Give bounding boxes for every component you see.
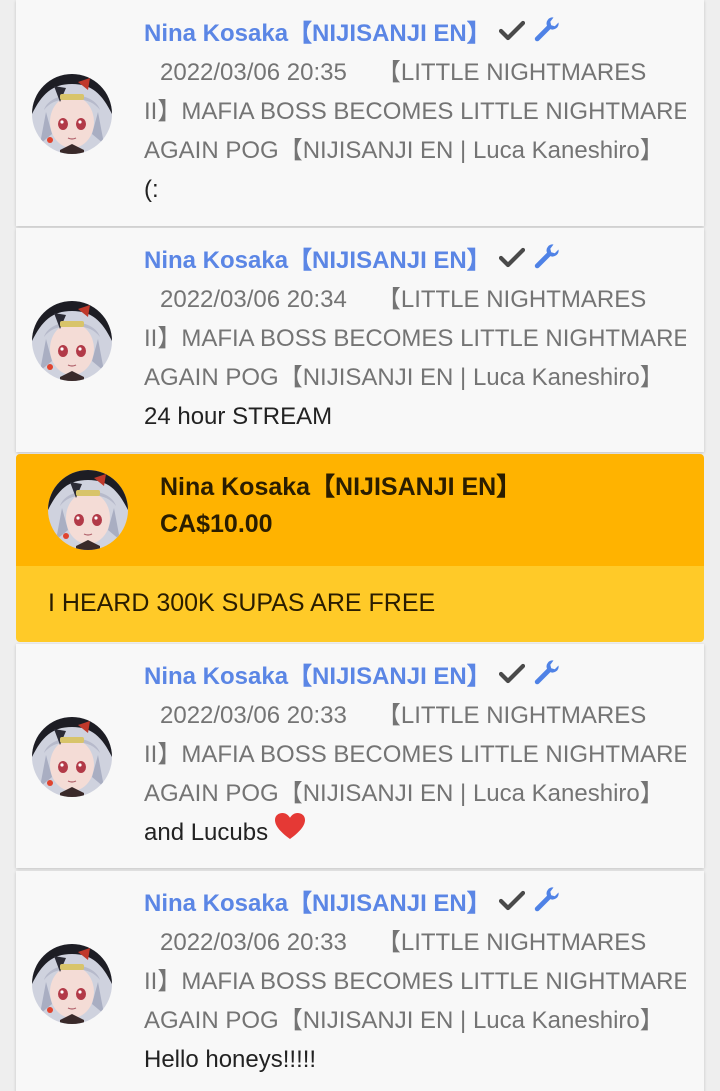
timestamp: 2022/03/06 20:35 [160,59,347,86]
author-name[interactable]: Nina Kosaka【NIJISANJI EN】 [144,663,491,690]
timestamp: 2022/03/06 20:34 [160,286,347,313]
avatar[interactable] [32,717,112,797]
message-text: 24 hour STREAM [144,403,333,430]
chat-feed[interactable]: Nina Kosaka【NIJISANJI EN】 2022/03/06 20:… [0,0,720,1091]
chat-message: Nina Kosaka【NIJISANJI EN】 2022/03/06 20:… [16,0,704,226]
wrench-icon [533,15,559,53]
video-title-line: 【LITTLE NIGHTMARES [376,286,647,313]
chat-message: Nina Kosaka【NIJISANJI EN】 2022/03/06 20:… [16,871,704,1091]
video-title-line: AGAIN POG【NIJISANJI EN | Luca Kaneshiro】 [144,137,664,164]
video-title-line: 【LITTLE NIGHTMARES [376,702,647,729]
timestamp: 2022/03/06 20:33 [160,702,347,729]
message-text: Hello honeys!!!!! [144,1046,317,1073]
message-body: Nina Kosaka【NIJISANJI EN】 2022/03/06 20:… [144,884,686,1079]
video-title-line: II】MAFIA BOSS BECOMES LITTLE NIGHTMARE [144,325,686,352]
message-body: Nina Kosaka【NIJISANJI EN】 2022/03/06 20:… [144,241,686,436]
wrench-icon [533,885,559,923]
video-title-line: II】MAFIA BOSS BECOMES LITTLE NIGHTMARE [144,741,686,768]
avatar[interactable] [32,944,112,1024]
video-title-line: II】MAFIA BOSS BECOMES LITTLE NIGHTMARE [144,968,686,995]
video-title-line: AGAIN POG【NIJISANJI EN | Luca Kaneshiro】 [144,364,664,391]
superchat-amount: CA$10.00 [160,510,273,538]
superchat-header: Nina Kosaka【NIJISANJI EN】 CA$10.00 [16,454,704,566]
video-title-line: AGAIN POG【NIJISANJI EN | Luca Kaneshiro】 [144,780,664,807]
avatar[interactable] [48,470,128,550]
check-icon [499,242,525,280]
video-title-line: 【LITTLE NIGHTMARES [376,59,647,86]
message-body: Nina Kosaka【NIJISANJI EN】 2022/03/06 20:… [144,14,686,209]
message-text: (: [144,176,159,203]
superchat-card: Nina Kosaka【NIJISANJI EN】 CA$10.00 I HEA… [16,454,704,642]
chat-message: Nina Kosaka【NIJISANJI EN】 2022/03/06 20:… [16,228,704,452]
video-title-line: II】MAFIA BOSS BECOMES LITTLE NIGHTMARE [144,98,686,125]
superchat-message: I HEARD 300K SUPAS ARE FREE [48,589,436,617]
heart-icon [274,813,306,852]
chat-message: Nina Kosaka【NIJISANJI EN】 2022/03/06 20:… [16,644,704,868]
video-title-line: AGAIN POG【NIJISANJI EN | Luca Kaneshiro】 [144,1007,664,1034]
message-body: Nina Kosaka【NIJISANJI EN】 2022/03/06 20:… [144,657,686,852]
check-icon [499,658,525,696]
check-icon [499,885,525,923]
avatar[interactable] [32,301,112,381]
superchat-body: I HEARD 300K SUPAS ARE FREE [16,566,704,642]
timestamp: 2022/03/06 20:33 [160,929,347,956]
video-title-line: 【LITTLE NIGHTMARES [376,929,647,956]
avatar[interactable] [32,74,112,154]
message-text: and Lucubs [144,819,269,846]
author-name[interactable]: Nina Kosaka【NIJISANJI EN】 [144,247,491,274]
wrench-icon [533,242,559,280]
check-icon [499,15,525,53]
wrench-icon [533,658,559,696]
author-name[interactable]: Nina Kosaka【NIJISANJI EN】 [144,890,491,917]
author-name[interactable]: Nina Kosaka【NIJISANJI EN】 [144,20,491,47]
superchat-author[interactable]: Nina Kosaka【NIJISANJI EN】 [160,468,521,506]
